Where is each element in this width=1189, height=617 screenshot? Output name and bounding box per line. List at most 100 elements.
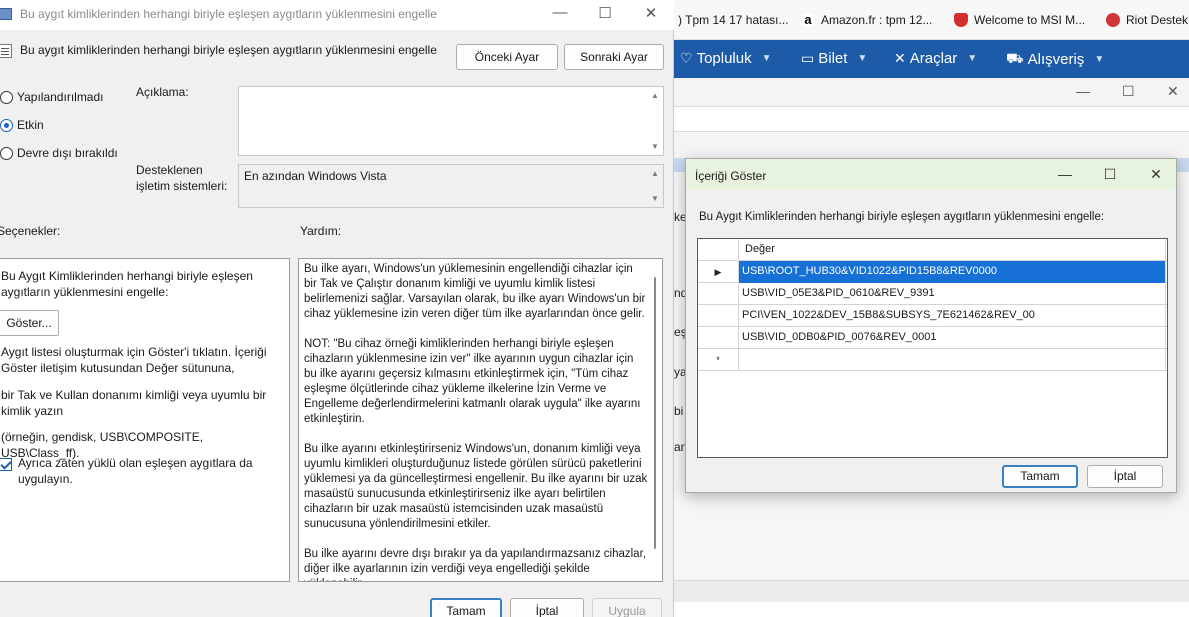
bookmarks-bar: ) Tpm 14 17 hatası... a Amazon.fr : tpm …: [674, 0, 1189, 40]
supported-os-label-line2: işletim sistemleri:: [136, 179, 228, 193]
help-paragraph: NOT: "Bu cihaz örneği kimliklerinden her…: [304, 338, 641, 425]
bookmark-msi[interactable]: Welcome to MSI M...: [954, 11, 1085, 29]
minimize-button[interactable]: —: [548, 4, 572, 24]
nav-label: Araçlar: [909, 50, 958, 67]
options-instruction: Aygıt listesi oluşturmak için Göster'i t…: [1, 345, 267, 375]
comment-scrollbar[interactable]: ▲ ▼: [647, 87, 663, 155]
row-header: [698, 327, 739, 349]
maximize-icon[interactable]: ☐: [1099, 166, 1121, 183]
cancel-button[interactable]: İptal: [510, 598, 584, 617]
radio-label: Yapılandırılmadı: [17, 90, 104, 104]
supported-scrollbar[interactable]: ▲ ▼: [647, 165, 663, 207]
dialog-ok-button[interactable]: Tamam: [1002, 465, 1078, 488]
new-row[interactable]: *: [698, 349, 1167, 371]
table-row[interactable]: PCI\VEN_1022&DEV_15B8&SUBSYS_7E621462&RE…: [698, 305, 1167, 327]
radio-label: Etkin: [17, 118, 44, 132]
value-cell[interactable]: PCI\VEN_1022&DEV_15B8&SUBSYS_7E621462&RE…: [739, 305, 1166, 327]
current-row-icon: ▶: [698, 261, 739, 283]
bookmark-riot[interactable]: Riot Destek: [1106, 11, 1188, 29]
table-row[interactable]: USB\VID_05E3&PID_0610&REV_9391: [698, 283, 1167, 305]
row-header: [698, 305, 739, 327]
options-panel: Bu Aygıt Kimliklerinden herhangi biriyle…: [0, 258, 290, 582]
policy-setting-window: Bu aygıt kimliklerinden herhangi biriyle…: [0, 0, 674, 617]
supported-os-value: En azından Windows Vista: [244, 169, 387, 183]
help-paragraph: Bu ilke ayarını devre dışı bırakır ya da…: [304, 548, 646, 581]
comment-textbox[interactable]: ▲ ▼: [238, 86, 664, 156]
radio-not-configured[interactable]: Yapılandırılmadı: [0, 90, 104, 104]
nav-label: Bilet: [818, 50, 848, 67]
minimize-icon[interactable]: —: [1076, 83, 1090, 99]
dialog-cancel-button[interactable]: İptal: [1087, 465, 1163, 488]
msi-shield-icon: [954, 13, 968, 27]
help-text: Bu ilke ayarı, Windows'un yüklemesinin e…: [304, 262, 648, 581]
grid-header-row: Değer: [698, 239, 1167, 261]
bookmark-label: Riot Destek: [1126, 13, 1189, 27]
column-header-value[interactable]: Değer: [739, 239, 1166, 261]
scroll-up-icon[interactable]: ▲: [651, 169, 659, 178]
tools-icon: ✕: [894, 50, 906, 66]
table-row[interactable]: ▶ USB\ROOT_HUB30&VID1022&PID15B8&REV0000: [698, 261, 1167, 283]
value-cell[interactable]: USB\ROOT_HUB30&VID1022&PID15B8&REV0000: [739, 261, 1166, 283]
checkbox-indicator[interactable]: [0, 458, 12, 471]
dialog-title: İçeriği Göster: [695, 169, 767, 183]
close-button[interactable]: ✕: [639, 4, 663, 24]
value-cell[interactable]: USB\VID_0DB0&PID_0076&REV_0001: [739, 327, 1166, 349]
bookmark-label: Welcome to MSI M...: [974, 13, 1086, 27]
chevron-down-icon: ▼: [967, 53, 978, 64]
apply-installed-checkbox[interactable]: Ayrıca zaten yüklü olan eşleşen aygıtlar…: [0, 455, 279, 487]
text-fragment: bi: [674, 404, 684, 418]
show-button[interactable]: Göster...: [0, 310, 59, 336]
show-contents-dialog: İçeriği Göster — ☐ ✕ Bu Aygıt Kimlikleri…: [685, 158, 1177, 493]
nav-item-topluluk[interactable]: ♡ Topluluk ▼: [680, 50, 772, 67]
ok-button[interactable]: Tamam: [430, 598, 502, 617]
maximize-icon[interactable]: ☐: [1122, 83, 1135, 100]
comment-label: Açıklama:: [136, 85, 189, 99]
chevron-down-icon: ▼: [761, 53, 772, 64]
nav-item-bilet[interactable]: ▭ Bilet ▼: [801, 50, 867, 67]
help-scrollbar[interactable]: [648, 259, 662, 581]
supported-os-label: Desteklenen: [136, 163, 203, 177]
help-paragraph: Bu ilke ayarını etkinleştirirseniz Windo…: [304, 443, 648, 530]
help-panel: Bu ilke ayarı, Windows'un yüklemesinin e…: [298, 258, 663, 582]
scroll-down-icon[interactable]: ▼: [651, 194, 659, 203]
value-cell[interactable]: USB\VID_05E3&PID_0610&REV_9391: [739, 283, 1166, 305]
bookmark-tpm-hatasi[interactable]: ) Tpm 14 17 hatası...: [678, 11, 789, 29]
radio-indicator[interactable]: [0, 118, 13, 132]
maximize-button[interactable]: ☐: [593, 4, 617, 24]
radio-label: Devre dışı bırakıldı: [17, 146, 118, 160]
row-header: [698, 283, 739, 305]
scroll-thumb[interactable]: [654, 277, 656, 549]
close-icon[interactable]: ✕: [1145, 166, 1167, 183]
new-row-icon: *: [698, 349, 739, 371]
ticket-icon: ▭: [801, 50, 815, 66]
previous-setting-button[interactable]: Önceki Ayar: [456, 44, 558, 70]
background-status-bar: [674, 580, 1189, 602]
scroll-down-icon[interactable]: ▼: [651, 142, 659, 151]
options-intro: Bu Aygıt Kimliklerinden herhangi biriyle…: [1, 269, 253, 299]
bookmark-amazon[interactable]: a Amazon.fr : tpm 12...: [801, 11, 932, 29]
radio-indicator[interactable]: [0, 90, 13, 104]
row-header-corner: [698, 239, 739, 261]
next-setting-button[interactable]: Sonraki Ayar: [564, 44, 664, 70]
dialog-description: Bu Aygıt Kimliklerinden herhangi biriyle…: [699, 211, 1105, 223]
setting-icon: [0, 44, 12, 58]
heart-icon: ♡: [680, 50, 693, 66]
policy-icon: [0, 8, 12, 20]
bookmark-label: Amazon.fr : tpm 12...: [821, 13, 933, 27]
close-icon[interactable]: ✕: [1167, 83, 1179, 100]
nav-item-alisveris[interactable]: ⛟ Alışveriş ▼: [1006, 50, 1104, 69]
table-row[interactable]: USB\VID_0DB0&PID_0076&REV_0001: [698, 327, 1167, 349]
radio-enabled[interactable]: Etkin: [0, 118, 44, 132]
help-label: Yardım:: [300, 224, 342, 238]
radio-disabled[interactable]: Devre dışı bırakıldı: [0, 146, 118, 160]
new-value-cell[interactable]: [739, 349, 1166, 371]
background-window: — ☐ ✕: [674, 78, 1189, 160]
amazon-icon: a: [801, 13, 815, 27]
scroll-up-icon[interactable]: ▲: [651, 91, 659, 100]
checkbox-label: Ayrıca zaten yüklü olan eşleşen aygıtlar…: [18, 456, 253, 486]
help-paragraph: Bu ilke ayarı, Windows'un yüklemesinin e…: [304, 263, 646, 320]
minimize-icon[interactable]: —: [1054, 166, 1076, 182]
apply-button[interactable]: Uygula: [592, 598, 662, 617]
radio-indicator[interactable]: [0, 146, 13, 160]
nav-item-araclar[interactable]: ✕ Araçlar ▼: [894, 50, 977, 67]
